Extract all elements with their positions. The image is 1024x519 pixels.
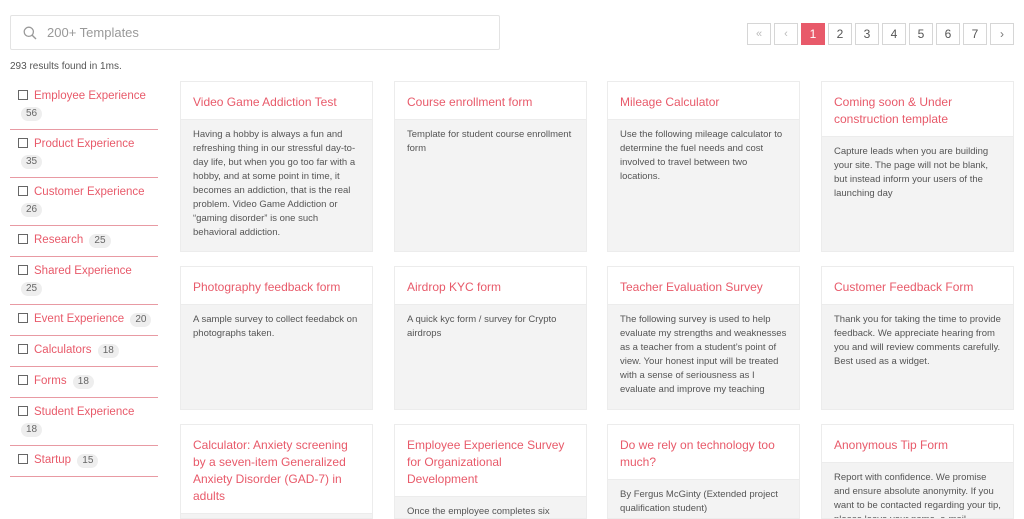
template-title[interactable]: Employee Experience Survey for Organizat… [395,425,586,497]
category-label: Calculators [34,344,92,356]
checkbox-icon[interactable] [18,138,28,148]
checkbox-icon[interactable] [18,406,28,416]
category-count: 35 [21,155,43,169]
category-count: 18 [72,375,94,389]
template-title[interactable]: Video Game Addiction Test [181,82,372,120]
template-card[interactable]: Video Game Addiction Test Having a hobby… [180,81,373,252]
checkbox-icon[interactable] [18,344,28,354]
template-title[interactable]: Anonymous Tip Form [822,425,1013,463]
search-input[interactable] [47,25,467,40]
category-count: 18 [21,423,43,437]
search-icon [23,26,37,39]
template-description: The following survey is used to help eva… [620,314,787,395]
template-title[interactable]: Calculator: Anxiety screening by a seven… [181,425,372,514]
category-filter[interactable]: Event Experience 20 [10,305,158,336]
template-title[interactable]: Mileage Calculator [608,82,799,120]
category-filter[interactable]: Calculators 18 [10,336,158,367]
pagination: « ‹ 1 2 3 4 5 6 7 › [747,23,1014,45]
template-card[interactable]: Airdrop KYC form A quick kyc form / surv… [394,266,587,410]
template-title[interactable]: Teacher Evaluation Survey [608,267,799,305]
checkbox-icon[interactable] [18,375,28,385]
template-card[interactable]: Photography feedback form A sample surve… [180,266,373,410]
category-filter[interactable]: Startup 15 [10,446,158,477]
checkbox-icon[interactable] [18,234,28,244]
template-card[interactable]: Do we rely on technology too much? By Fe… [607,424,800,519]
template-card[interactable]: Teacher Evaluation Survey The following … [607,266,800,410]
checkbox-icon[interactable] [18,265,28,275]
category-filter[interactable]: Shared Experience 25 [10,257,158,305]
template-card[interactable]: Mileage Calculator Use the following mil… [607,81,800,252]
checkbox-icon[interactable] [18,454,28,464]
template-description: Thank you for taking the time to provide… [834,314,1001,367]
template-card[interactable]: Course enrollment form Template for stud… [394,81,587,252]
category-label: Product Experience [34,138,135,150]
category-label: Customer Experience [34,186,145,198]
template-title[interactable]: Photography feedback form [181,267,372,305]
template-card[interactable]: Calculator: Anxiety screening by a seven… [180,424,373,519]
category-filter[interactable]: Customer Experience 26 [10,178,158,226]
template-card[interactable]: Employee Experience Survey for Organizat… [394,424,587,519]
template-card[interactable]: Anonymous Tip Form Report with confidenc… [821,424,1014,519]
category-label: Shared Experience [34,265,132,277]
category-filter[interactable]: Research 25 [10,226,158,257]
category-label: Research [34,234,84,246]
first-page-button[interactable]: « [747,23,771,45]
results-count: 293 results found in 1ms. [10,61,122,72]
template-description: Use the following mileage calculator to … [620,129,783,182]
template-description: Once the employee completes six months o… [407,506,550,517]
page-button-6[interactable]: 6 [936,23,960,45]
category-filter[interactable]: Product Experience 35 [10,130,158,178]
checkbox-icon[interactable] [18,90,28,100]
template-title[interactable]: Course enrollment form [395,82,586,120]
template-description: Capture leads when you are building your… [834,146,989,199]
template-card[interactable]: Customer Feedback Form Thank you for tak… [821,266,1014,410]
category-filter[interactable]: Forms 18 [10,367,158,398]
page-button-3[interactable]: 3 [855,23,879,45]
checkbox-icon[interactable] [18,186,28,196]
category-label: Event Experience [34,313,125,325]
category-filter-list: Employee Experience 56 Product Experienc… [10,82,158,477]
template-description: Having a hobby is always a fun and refre… [193,129,356,238]
search-bar[interactable] [10,15,500,50]
category-label: Startup [34,454,72,466]
next-page-button[interactable]: › [990,23,1014,45]
category-count: 18 [97,344,119,358]
page-button-4[interactable]: 4 [882,23,906,45]
template-title[interactable]: Airdrop KYC form [395,267,586,305]
category-label: Student Experience [34,406,135,418]
template-title[interactable]: Customer Feedback Form [822,267,1013,305]
template-description: By Fergus McGinty (Extended project qual… [620,489,778,514]
template-card[interactable]: Coming soon & Under construction templat… [821,81,1014,252]
template-title[interactable]: Coming soon & Under construction templat… [822,82,1013,137]
template-description: Template for student course enrollment f… [407,129,572,154]
category-count: 25 [21,282,43,296]
category-count: 15 [77,454,99,468]
template-title[interactable]: Do we rely on technology too much? [608,425,799,480]
template-description: A quick kyc form / survey for Crypto air… [407,314,557,339]
category-filter[interactable]: Student Experience 18 [10,398,158,446]
page-button-2[interactable]: 2 [828,23,852,45]
category-label: Forms [34,375,67,387]
category-label: Employee Experience [34,90,146,102]
template-description: Report with confidence. We promise and e… [834,472,1001,518]
template-description [181,514,372,518]
category-count: 56 [21,107,43,121]
template-description: A sample survey to collect feedabck on p… [193,314,358,339]
category-count: 20 [130,313,152,327]
page-button-7[interactable]: 7 [963,23,987,45]
category-count: 25 [89,234,111,248]
category-count: 26 [21,203,43,217]
page-button-5[interactable]: 5 [909,23,933,45]
page-button-1[interactable]: 1 [801,23,825,45]
category-filter[interactable]: Employee Experience 56 [10,82,158,130]
checkbox-icon[interactable] [18,313,28,323]
prev-page-button[interactable]: ‹ [774,23,798,45]
